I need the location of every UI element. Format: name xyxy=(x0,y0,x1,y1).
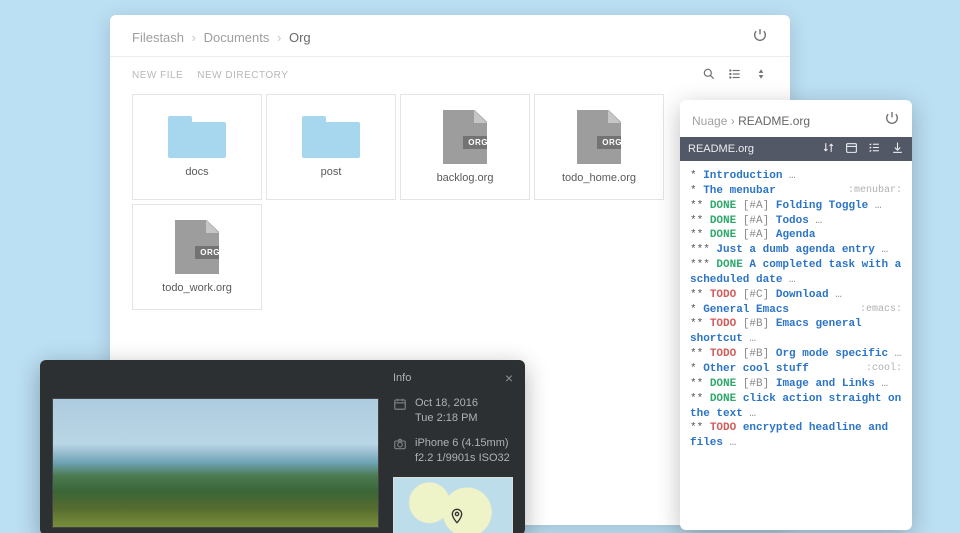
org-line[interactable]: * General Emacs:emacs: xyxy=(690,303,902,318)
breadcrumb-item-current: README.org xyxy=(738,114,810,128)
tile-label: todo_work.org xyxy=(162,282,232,294)
calendar-icon xyxy=(393,396,407,426)
org-editor-body[interactable]: * Introduction …* The menubar:menubar:**… xyxy=(680,161,912,461)
folder-icon xyxy=(168,116,226,158)
chevron-right-icon: › xyxy=(731,114,738,128)
close-icon[interactable]: × xyxy=(505,370,513,386)
org-line[interactable]: *** DONE A completed task with a schedul… xyxy=(690,258,902,288)
power-icon[interactable] xyxy=(884,110,900,131)
photo-time: Tue 2:18 PM xyxy=(415,411,478,426)
folder-tile[interactable]: post xyxy=(266,94,396,200)
breadcrumb-item-current: Org xyxy=(289,30,311,45)
breadcrumb-item[interactable]: Documents xyxy=(204,30,270,45)
org-line[interactable]: ** DONE click action straight on the tex… xyxy=(690,392,902,422)
org-line[interactable]: ** TODO encrypted headline and files … xyxy=(690,421,902,451)
org-line[interactable]: * Other cool stuff:cool: xyxy=(690,362,902,377)
org-line[interactable]: ** TODO [#B] Org mode specific … xyxy=(690,347,902,362)
org-line[interactable]: ** DONE [#B] Image and Links … xyxy=(690,377,902,392)
location-map[interactable] xyxy=(393,477,513,533)
org-line[interactable]: * Introduction … xyxy=(690,169,902,184)
photo-camera-model: iPhone 6 (4.15mm) xyxy=(415,436,510,451)
photo-date: Oct 18, 2016 xyxy=(415,396,478,411)
calendar-icon[interactable] xyxy=(845,141,858,157)
org-line[interactable]: ** TODO [#C] Download … xyxy=(690,288,902,303)
power-icon[interactable] xyxy=(752,27,768,48)
file-browser-topbar: Filestash › Documents › Org xyxy=(110,15,790,57)
org-line[interactable]: *** Just a dumb agenda entry … xyxy=(690,243,902,258)
org-line[interactable]: * The menubar:menubar: xyxy=(690,184,902,199)
chevron-right-icon: › xyxy=(188,30,200,45)
new-file-button[interactable]: NEW FILE xyxy=(132,70,183,81)
org-line[interactable]: ** TODO [#B] Emacs general shortcut … xyxy=(690,317,902,347)
org-editor-topbar: Nuage › README.org xyxy=(680,100,912,137)
tile-label: todo_home.org xyxy=(562,172,636,184)
chevron-right-icon: › xyxy=(273,30,285,45)
list-view-icon[interactable] xyxy=(728,67,742,84)
breadcrumb: Filestash › Documents › Org xyxy=(132,30,311,45)
file-tile[interactable]: ORG todo_work.org xyxy=(132,204,262,310)
org-file-icon: ORG xyxy=(443,110,487,164)
tile-label: docs xyxy=(185,166,208,178)
photo-preview[interactable] xyxy=(52,398,379,528)
folder-icon xyxy=(302,116,360,158)
map-pin-icon xyxy=(449,506,465,529)
org-filename: README.org xyxy=(688,143,754,155)
org-editor-header: README.org xyxy=(680,137,912,161)
org-line[interactable]: ** DONE [#A] Folding Toggle … xyxy=(690,199,902,214)
org-file-icon: ORG xyxy=(175,220,219,274)
breadcrumb-item[interactable]: Filestash xyxy=(132,30,184,45)
photo-info-panel: Info × Oct 18, 2016 Tue 2:18 PM iPhone 6… xyxy=(40,360,525,533)
sort-icon[interactable] xyxy=(822,141,835,157)
file-tile[interactable]: ORG backlog.org xyxy=(400,94,530,200)
sort-icon[interactable] xyxy=(754,67,768,84)
breadcrumb-item[interactable]: Nuage xyxy=(692,114,727,128)
search-icon[interactable] xyxy=(702,67,716,84)
download-icon[interactable] xyxy=(891,141,904,157)
org-line[interactable]: ** DONE [#A] Agenda xyxy=(690,228,902,243)
tile-label: backlog.org xyxy=(437,172,494,184)
org-editor-window: Nuage › README.org README.org * Introduc… xyxy=(680,100,912,530)
photo-camera-settings: f2.2 1/9901s ISO32 xyxy=(415,451,510,466)
file-browser-toolbar: NEW FILE NEW DIRECTORY xyxy=(110,57,790,90)
org-file-icon: ORG xyxy=(577,110,621,164)
photo-info-sidebar: Info × Oct 18, 2016 Tue 2:18 PM iPhone 6… xyxy=(379,360,525,533)
breadcrumb: Nuage › README.org xyxy=(692,114,810,128)
camera-icon xyxy=(393,436,407,466)
org-line[interactable]: ** DONE [#A] Todos … xyxy=(690,214,902,229)
file-tile[interactable]: ORG todo_home.org xyxy=(534,94,664,200)
checklist-icon[interactable] xyxy=(868,141,881,157)
tile-label: post xyxy=(321,166,342,178)
folder-tile[interactable]: docs xyxy=(132,94,262,200)
new-directory-button[interactable]: NEW DIRECTORY xyxy=(197,70,288,81)
info-title: Info xyxy=(393,372,411,384)
